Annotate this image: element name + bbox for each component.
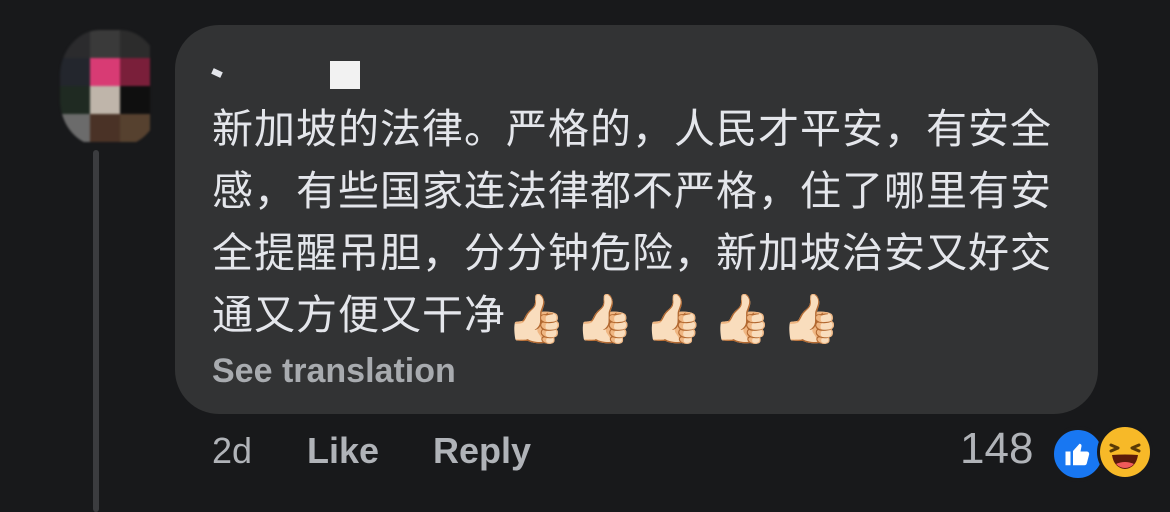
like-button[interactable]: Like — [307, 430, 379, 472]
comment-timestamp[interactable]: 2d — [212, 430, 252, 472]
thumbs-up-icon — [1065, 443, 1090, 466]
reply-button[interactable]: Reply — [433, 430, 531, 472]
thumbs-up-emoji-icon: 👍🏻 — [574, 291, 636, 347]
thumbs-up-emoji-icon: 👍🏻 — [781, 291, 842, 347]
laughing-face-icon — [1103, 430, 1147, 474]
thumbs-up-emoji-icon: 👍🏻 — [643, 291, 705, 347]
haha-reaction-icon[interactable] — [1097, 424, 1153, 480]
thread-line — [93, 150, 99, 512]
avatar[interactable] — [60, 30, 160, 146]
see-translation-link[interactable]: See translation — [212, 352, 456, 391]
comment-text: 新加坡的法律。严格的，人民才平安，有安全感，有些国家连法律都不严格，住了哪里有安… — [212, 98, 1092, 350]
thumbs-up-emoji-icon: 👍🏻 — [712, 291, 774, 347]
reaction-count[interactable]: 148 — [960, 424, 1033, 474]
thumbs-up-emoji-icon: 👍🏻 — [506, 291, 567, 347]
author-name-redaction-block — [330, 61, 360, 89]
